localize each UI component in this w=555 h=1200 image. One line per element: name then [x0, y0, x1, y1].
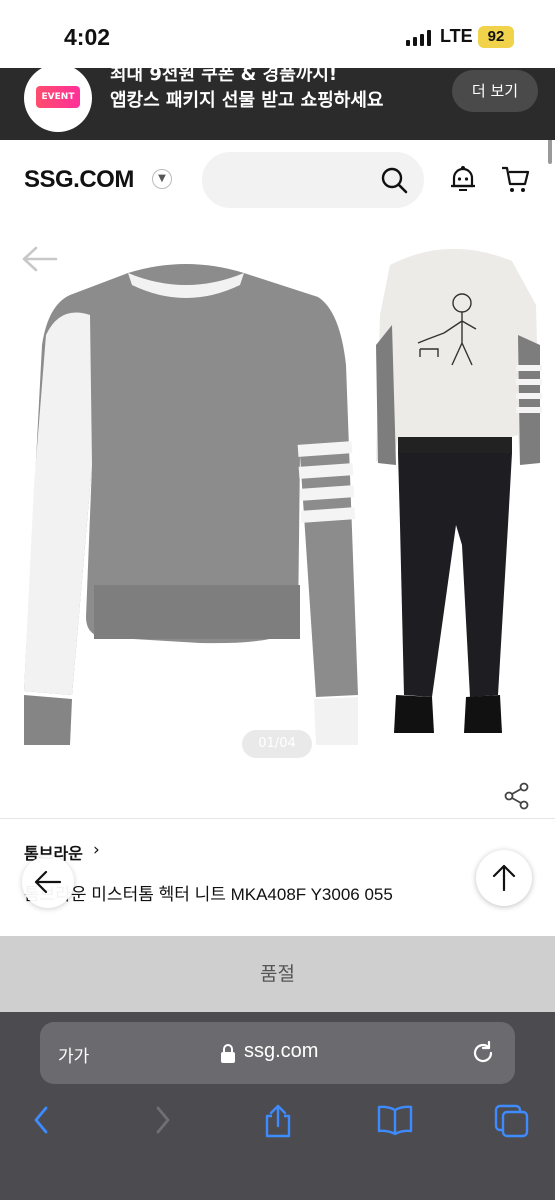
arrow-up-icon [492, 864, 516, 892]
page-indicator: 01/04 [242, 730, 312, 758]
arrow-left-icon[interactable] [22, 246, 58, 272]
lock-icon [221, 1044, 235, 1063]
back-icon[interactable] [30, 1104, 54, 1136]
product-image [24, 248, 542, 745]
more-button[interactable]: 더 보기 [452, 70, 538, 112]
arrow-left-icon [34, 870, 62, 894]
status-bar: 4:02 LTE 92 [0, 0, 555, 70]
product-title: 톰브라운 미스터톰 헥터 니트 MKA408F Y3006 055 [24, 885, 393, 904]
ssg-logo[interactable]: SSG.COM [24, 166, 134, 194]
divider [0, 818, 555, 819]
soldout-button[interactable]: 품절 [0, 936, 555, 1012]
network-label: LTE [440, 26, 473, 46]
battery-icon: 92 [478, 26, 514, 48]
chevron-right-icon[interactable]: › [93, 840, 100, 860]
scroll-top-button[interactable] [476, 850, 532, 906]
event-ticket-icon: EVENT [36, 86, 80, 108]
text-size-button[interactable]: 가가 [58, 1042, 89, 1067]
bookmarks-icon[interactable] [376, 1104, 414, 1136]
tabs-icon[interactable] [494, 1104, 530, 1138]
banner-line-1: 최대 9천원 쿠폰 & 경품까지! [110, 68, 338, 85]
back-button[interactable] [22, 856, 74, 908]
bot-icon[interactable] [448, 164, 478, 194]
share-sheet-icon[interactable] [262, 1104, 294, 1138]
forward-icon[interactable] [150, 1104, 174, 1136]
search-icon[interactable] [380, 166, 408, 194]
event-badge: EVENT [24, 68, 92, 132]
url-text[interactable]: ssg.com [244, 1040, 318, 1063]
banner-line-2: 앱캉스 패키지 선물 받고 쇼핑하세요 [110, 90, 384, 111]
cart-icon[interactable] [500, 164, 530, 194]
status-time: 4:02 [64, 24, 111, 50]
share-icon[interactable] [504, 782, 530, 810]
signal-icon [406, 30, 431, 46]
reload-icon[interactable] [470, 1040, 496, 1066]
event-banner[interactable]: EVENT 최대 9천원 쿠폰 & 경품까지! 앱캉스 패키지 선물 받고 쇼핑… [0, 68, 555, 140]
search-input[interactable] [202, 152, 424, 208]
banner-text: 최대 9천원 쿠폰 & 경품까지! 앱캉스 패키지 선물 받고 쇼핑하세요 [110, 68, 383, 114]
product-gallery[interactable] [0, 225, 555, 785]
chevron-down-icon[interactable]: ▼ [152, 169, 172, 189]
